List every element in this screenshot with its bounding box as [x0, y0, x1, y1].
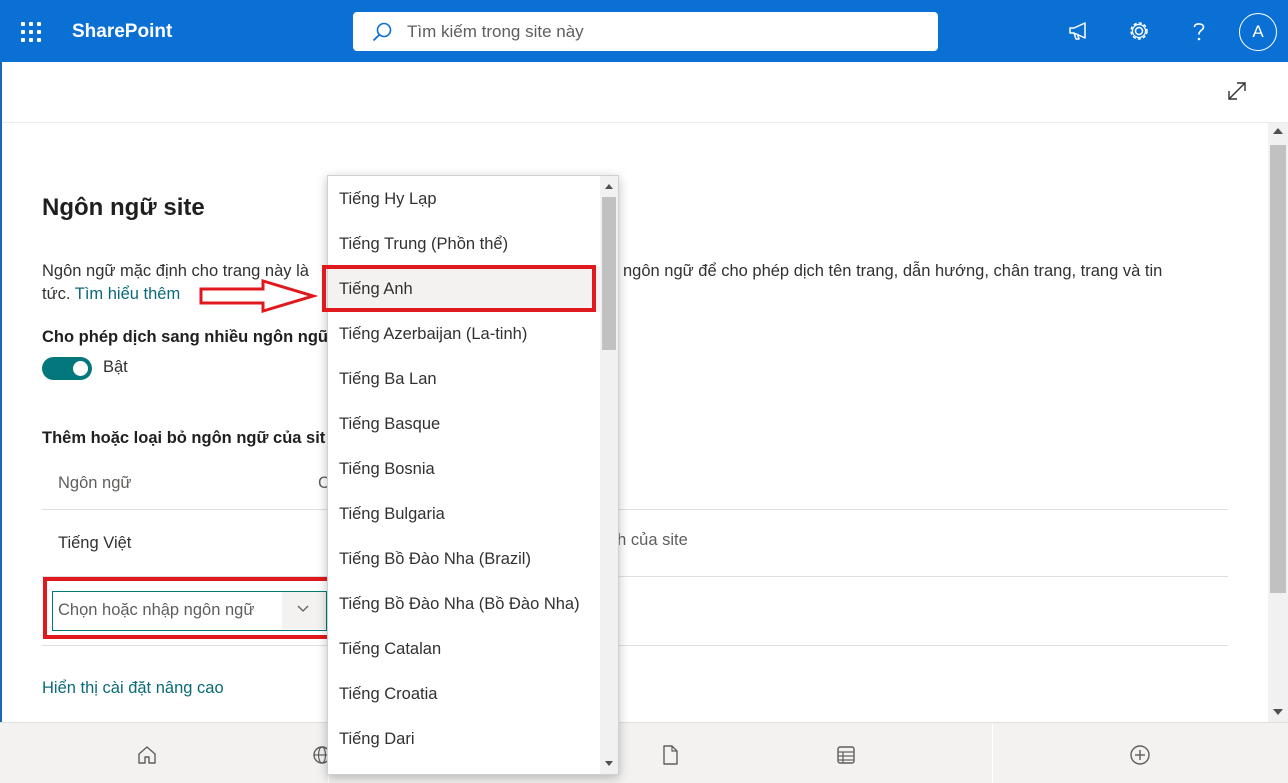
search-input[interactable]	[407, 12, 927, 51]
dropdown-scroll-up-arrow[interactable]	[605, 184, 613, 189]
learn-more-link[interactable]: Tìm hiểu thêm	[75, 285, 180, 303]
description-end: ngôn ngữ để cho phép dịch tên trang, dẫn…	[623, 262, 1163, 280]
megaphone-icon[interactable]	[1066, 18, 1092, 44]
dropdown-option[interactable]: Tiếng Bồ Đào Nha (Brazil)	[328, 537, 600, 582]
translation-toggle[interactable]	[42, 357, 92, 380]
dropdown-option[interactable]: Tiếng Dari	[328, 717, 600, 762]
divider	[42, 645, 1228, 646]
combo-dropdown-button[interactable]	[282, 592, 326, 629]
page-title: Ngôn ngữ site	[42, 194, 205, 221]
dropdown-scroll-down-arrow[interactable]	[605, 761, 613, 766]
help-icon[interactable]	[1186, 18, 1212, 44]
expand-icon[interactable]	[1226, 80, 1248, 102]
scroll-down-arrow[interactable]	[1273, 709, 1283, 715]
annotation-arrow-icon	[199, 279, 318, 313]
toggle-state-text: Bật	[103, 358, 128, 376]
command-bar	[2, 62, 1288, 123]
page-scrollbar-thumb[interactable]	[1270, 145, 1286, 593]
dropdown-option[interactable]: Tiếng Bulgaria	[328, 492, 600, 537]
dropdown-option[interactable]: Tiếng Croatia	[328, 672, 600, 717]
toggle-knob	[73, 361, 88, 376]
add-icon[interactable]	[1129, 744, 1151, 766]
app-name[interactable]: SharePoint	[72, 21, 172, 43]
app-launcher-icon[interactable]	[20, 21, 42, 43]
dropdown-scrollbar-thumb[interactable]	[602, 197, 616, 350]
table-row-note: nh của site	[608, 531, 688, 549]
dropdown-option[interactable]: Tiếng Basque	[328, 402, 600, 447]
dropdown-option[interactable]: Tiếng Catalan	[328, 627, 600, 672]
description-line2: tức. Tìm hiểu thêm	[42, 282, 180, 306]
bottom-nav	[0, 722, 1288, 783]
search-icon	[372, 22, 392, 42]
avatar[interactable]: A	[1239, 13, 1277, 51]
description-line2-text: tức.	[42, 285, 71, 303]
dropdown-option[interactable]: Tiếng Bồ Đào Nha (Bồ Đào Nha)	[328, 582, 600, 627]
gear-icon[interactable]	[1126, 18, 1152, 44]
home-icon[interactable]	[136, 744, 158, 766]
suite-bar: SharePoint A	[0, 0, 1288, 62]
search-box[interactable]	[353, 12, 938, 51]
advanced-settings-link[interactable]: Hiển thị cài đặt nâng cao	[42, 679, 224, 698]
column-header-language: Ngôn ngữ	[58, 474, 132, 492]
divider	[42, 509, 1228, 510]
table-row-language: Tiếng Việt	[58, 534, 132, 552]
scroll-up-arrow[interactable]	[1273, 128, 1283, 134]
annotation-box-option	[322, 265, 596, 312]
chevron-down-icon	[297, 605, 309, 612]
dropdown-option[interactable]: Tiếng Trung (Phồn thể)	[328, 222, 600, 267]
document-icon[interactable]	[659, 744, 681, 766]
dropdown-option[interactable]: Tiếng Ba Lan	[328, 357, 600, 402]
language-combo-input[interactable]	[58, 592, 283, 629]
dropdown-option[interactable]: Tiếng Hy Lạp	[328, 177, 600, 222]
dropdown-option[interactable]: Tiếng Azerbaijan (La-tinh)	[328, 312, 600, 357]
list-icon[interactable]	[835, 744, 857, 766]
dropdown-option[interactable]: Tiếng Bosnia	[328, 447, 600, 492]
language-combobox[interactable]	[52, 591, 327, 631]
window-edge	[0, 62, 2, 722]
add-remove-languages-label: Thêm hoặc loại bỏ ngôn ngữ của sit	[42, 429, 326, 447]
divider	[992, 723, 993, 783]
translation-toggle-label: Cho phép dịch sang nhiều ngôn ngữ	[42, 328, 330, 346]
